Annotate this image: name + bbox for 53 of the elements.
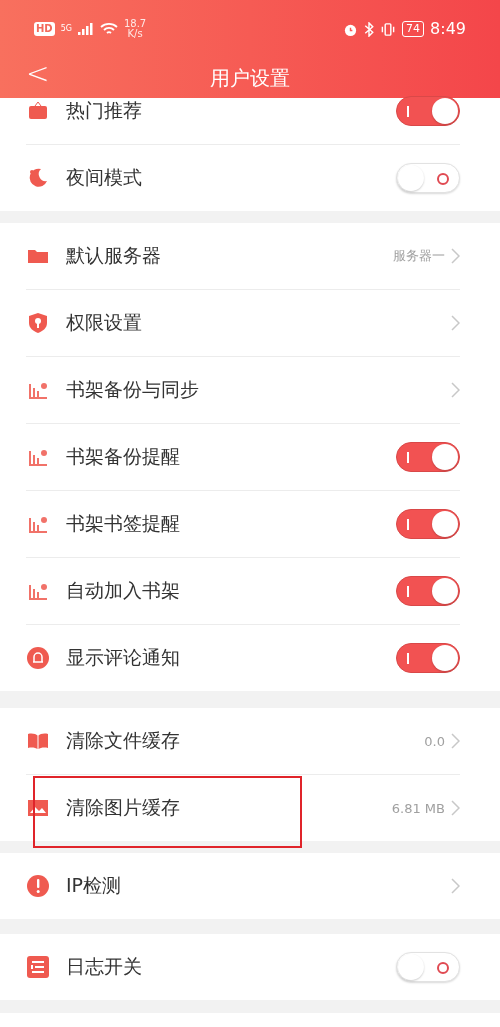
alert-icon xyxy=(26,874,50,898)
setting-label: 书架备份提醒 xyxy=(66,444,181,469)
settings-row[interactable]: 清除文件缓存 0.0 xyxy=(26,708,460,775)
setting-label: 书架备份与同步 xyxy=(66,377,200,402)
chevron-right-icon xyxy=(451,878,460,894)
vibrate-icon xyxy=(380,21,397,37)
battery-indicator: 74 xyxy=(402,21,425,37)
wifi-icon xyxy=(99,22,118,36)
settings-row[interactable]: 自动加入书架 xyxy=(26,558,460,625)
setting-label: 默认服务器 xyxy=(66,243,162,268)
settings-row[interactable]: IP检测 xyxy=(26,853,460,919)
settings-row[interactable]: 书架备份与同步 xyxy=(26,357,460,424)
setting-label: 日志开关 xyxy=(66,954,143,979)
settings-row[interactable]: 书架备份提醒 xyxy=(26,424,460,491)
setting-label: 权限设置 xyxy=(66,310,143,335)
clock-time: 8:49 xyxy=(430,21,466,37)
speed-value: 18.7 xyxy=(123,19,147,29)
settings-row[interactable]: 权限设置 xyxy=(26,290,460,357)
bell-icon xyxy=(26,646,50,670)
bluetooth-icon xyxy=(364,21,375,37)
network-type: 5G xyxy=(60,25,72,33)
setting-label: 热门推荐 xyxy=(66,98,143,123)
setting-label: 夜间模式 xyxy=(66,165,143,190)
speed-unit: K/s xyxy=(127,29,143,39)
setting-label: 清除图片缓存 xyxy=(66,795,181,820)
settings-row[interactable]: 热门推荐 xyxy=(26,98,460,145)
list-icon xyxy=(26,955,50,979)
settings-row[interactable]: 夜间模式 xyxy=(26,145,460,211)
chevron-right-icon xyxy=(451,382,460,398)
setting-label: 显示评论通知 xyxy=(66,645,181,670)
setting-value: 6.81 MB xyxy=(391,800,445,816)
toggle-switch[interactable] xyxy=(396,509,460,539)
setting-label: 清除文件缓存 xyxy=(66,728,181,753)
settings-row[interactable]: 书架书签提醒 xyxy=(26,491,460,558)
chevron-right-icon xyxy=(451,248,460,264)
settings-row[interactable]: 清除图片缓存 6.81 MB xyxy=(26,775,460,841)
settings-row[interactable]: 日志开关 xyxy=(26,934,460,1000)
chevron-right-icon xyxy=(451,800,460,816)
hd-badge: HD xyxy=(34,22,55,36)
setting-label: 书架书签提醒 xyxy=(66,511,181,536)
toggle-switch[interactable] xyxy=(396,643,460,673)
settings-row[interactable]: 显示评论通知 xyxy=(26,625,460,691)
toggle-switch[interactable] xyxy=(396,96,460,126)
setting-label: IP检测 xyxy=(66,873,123,898)
page-title: 用户设置 xyxy=(210,64,290,92)
chevron-right-icon xyxy=(451,733,460,749)
toggle-switch[interactable] xyxy=(396,442,460,472)
toggle-switch[interactable] xyxy=(396,576,460,606)
chevron-right-icon xyxy=(451,315,460,331)
setting-value: 0.0 xyxy=(424,733,445,749)
signal-icon xyxy=(77,23,94,35)
setting-label: 自动加入书架 xyxy=(66,578,181,603)
shield-key-icon xyxy=(26,311,50,335)
